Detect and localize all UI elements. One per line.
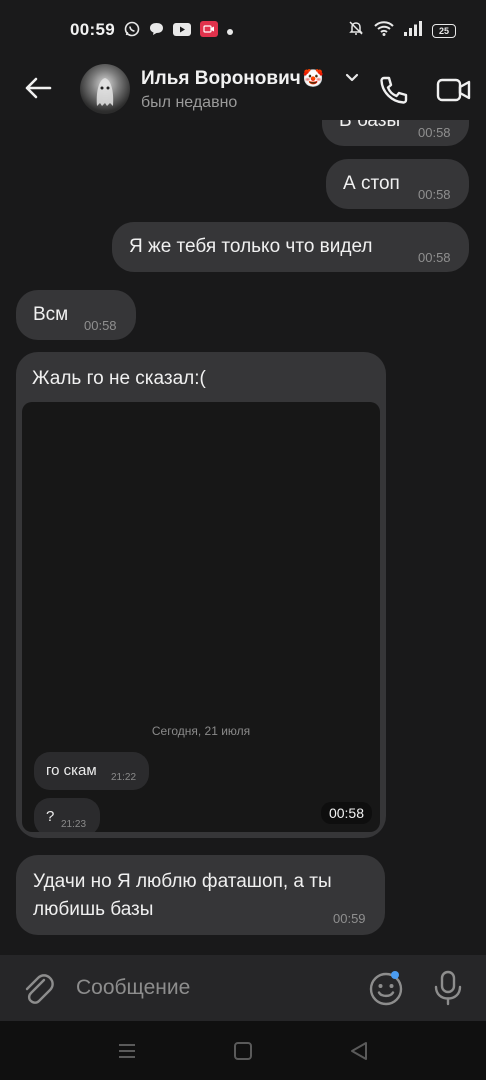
call-button[interactable] xyxy=(376,72,412,108)
message-text: Я же тебя только что видел xyxy=(129,236,373,257)
screen-record-icon xyxy=(200,21,218,42)
contact-name[interactable]: Илья Воронович 🤡 xyxy=(141,68,324,90)
message-text-line: любишь базы xyxy=(33,899,154,920)
youtube-icon xyxy=(173,22,191,41)
back-button[interactable] xyxy=(20,72,56,108)
message-icon xyxy=(149,22,164,41)
contact-status: был недавно xyxy=(141,94,238,111)
avatar[interactable] xyxy=(80,64,130,114)
wifi-icon xyxy=(374,20,394,41)
contact-emoji: 🤡 xyxy=(302,69,324,88)
menu-icon[interactable] xyxy=(115,1039,139,1063)
emoji-icon xyxy=(368,972,404,1011)
battery-icon: 25 xyxy=(432,23,456,38)
video-camera-icon xyxy=(436,78,472,112)
message-list[interactable]: В базы 00:58 А стоп 00:58 Я же тебя толь… xyxy=(0,120,486,955)
message-incoming[interactable]: Удачи но Я люблю фаташоп, а ты любишь ба… xyxy=(16,855,385,935)
system-navigation-bar xyxy=(0,1021,486,1080)
chevron-down-icon[interactable] xyxy=(345,70,359,88)
video-date-label: Сегодня, 21 июля xyxy=(151,724,251,738)
message-outgoing[interactable]: А стоп 00:58 xyxy=(326,159,469,209)
message-incoming[interactable]: Всм 00:58 xyxy=(16,290,136,340)
message-time: 00:58 xyxy=(418,125,451,140)
mute-icon xyxy=(348,20,364,41)
back-icon[interactable] xyxy=(347,1039,371,1063)
signal-icon xyxy=(404,20,422,41)
message-time: 00:58 xyxy=(418,250,451,265)
video-thumbnail[interactable]: Сегодня, 21 июля го скам 21:22 ? 21:23 0… xyxy=(22,402,380,832)
status-system-icons: 25 xyxy=(348,20,456,41)
message-input-bar xyxy=(0,955,486,1021)
message-incoming-video[interactable]: Жаль го не сказал:( Сегодня, 21 июля го … xyxy=(16,352,386,838)
video-call-button[interactable] xyxy=(436,72,472,108)
message-text-line: Удачи но Я люблю фаташоп, а ты xyxy=(33,871,332,892)
status-bar: 00:59 25 xyxy=(0,0,486,60)
microphone-button[interactable] xyxy=(430,969,466,1007)
message-text: Жаль го не сказал:( xyxy=(32,368,206,389)
message-time: 00:58 xyxy=(84,318,117,333)
message-outgoing[interactable]: В базы 00:58 xyxy=(322,120,469,146)
whatsapp-icon xyxy=(124,21,140,42)
video-inner-message-text: го скам xyxy=(46,762,97,779)
notification-dot xyxy=(391,971,399,979)
message-input[interactable] xyxy=(76,967,356,1009)
message-time: 00:58 xyxy=(418,187,451,202)
attach-button[interactable] xyxy=(20,971,56,1007)
message-outgoing[interactable]: Я же тебя только что видел 00:58 xyxy=(112,222,469,272)
status-time: 00:59 xyxy=(70,20,115,39)
message-text: Всм xyxy=(33,304,69,325)
video-inner-message: ? 21:23 xyxy=(34,798,100,832)
video-inner-message: го скам 21:22 xyxy=(34,752,149,790)
video-inner-message-time: 21:22 xyxy=(111,772,137,783)
paperclip-icon xyxy=(20,974,56,1011)
chat-header: Илья Воронович 🤡 был недавно xyxy=(0,60,486,120)
phone-icon xyxy=(376,76,412,112)
microphone-icon xyxy=(430,970,466,1011)
video-duration: 00:58 xyxy=(320,802,372,824)
home-icon[interactable] xyxy=(231,1039,255,1063)
message-time: 00:59 xyxy=(333,911,366,926)
message-text: В базы xyxy=(339,120,401,131)
dot-icon xyxy=(227,28,233,35)
video-inner-message-time: 21:23 xyxy=(61,819,87,830)
contact-name-text: Илья Воронович xyxy=(141,68,301,89)
status-notification-icons xyxy=(124,21,233,42)
message-text: А стоп xyxy=(343,173,400,194)
video-inner-message-text: ? xyxy=(46,808,55,825)
back-arrow-icon xyxy=(24,76,52,105)
